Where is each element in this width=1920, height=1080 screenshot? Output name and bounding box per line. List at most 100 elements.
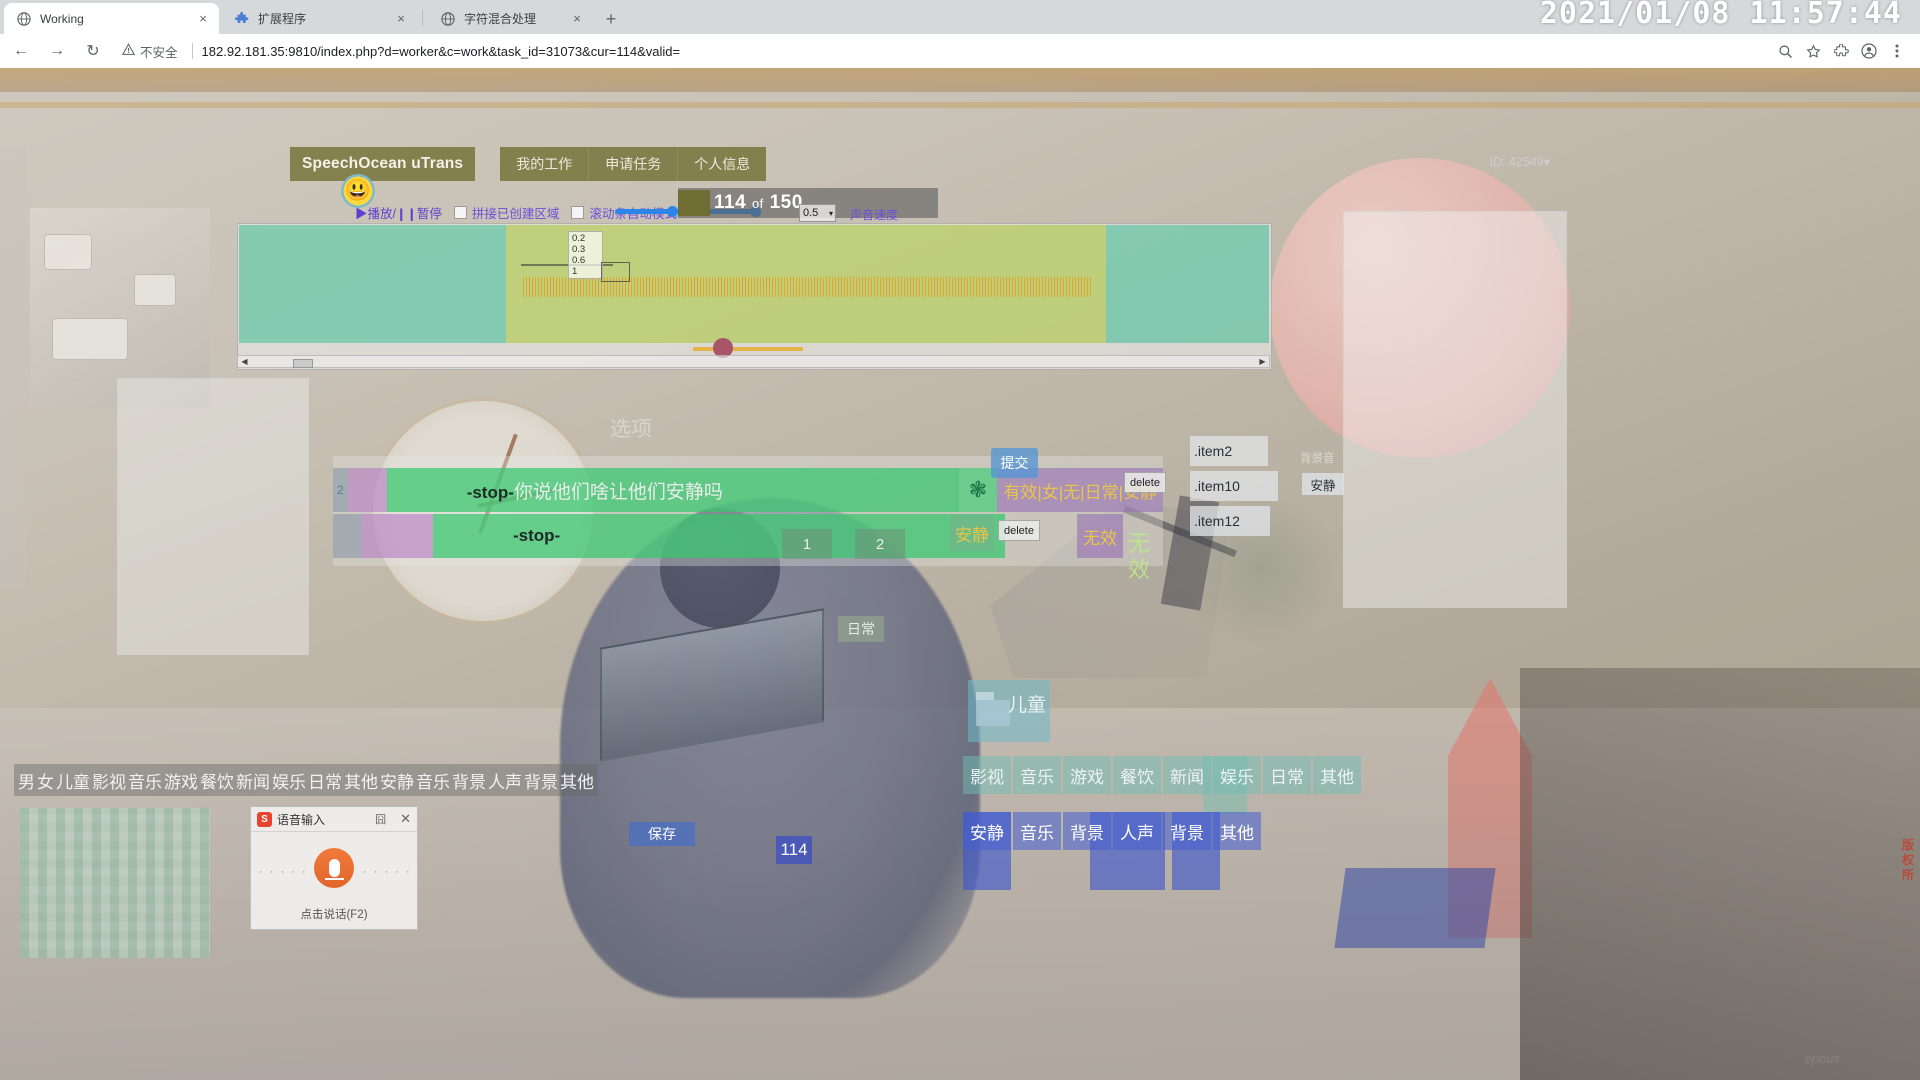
- child-label: 儿童: [1008, 695, 1047, 716]
- teal-tag[interactable]: 娱乐: [1213, 756, 1261, 794]
- app-brand[interactable]: SpeechOcean uTrans: [290, 147, 476, 181]
- save-button[interactable]: 保存: [629, 822, 695, 846]
- bottom-tag[interactable]: 男: [17, 768, 36, 793]
- bottom-tag[interactable]: 安静: [379, 768, 415, 793]
- scroll-right-arrow-icon[interactable]: ▶: [1256, 357, 1269, 366]
- list-item[interactable]: .item12: [1190, 506, 1270, 536]
- counter-color-swatch: [678, 190, 710, 216]
- waveform-selection-box[interactable]: [601, 262, 630, 282]
- security-indicator[interactable]: 不安全: [121, 42, 202, 61]
- blue-tag[interactable]: 安静: [963, 812, 1011, 850]
- bottom-tag[interactable]: 新闻: [235, 768, 271, 793]
- bottom-tag[interactable]: 背景: [523, 768, 559, 793]
- play-pause-button[interactable]: ▶播放/❙❙暂停: [355, 203, 442, 222]
- sogou-logo-icon: S: [257, 811, 272, 827]
- tab-extensions[interactable]: 扩展程序 ×: [222, 3, 417, 34]
- quiet-word-cell[interactable]: 安静: [950, 515, 994, 551]
- profile-icon[interactable]: [1856, 38, 1882, 64]
- reload-icon[interactable]: ↻: [78, 36, 108, 66]
- bottom-tag[interactable]: 女: [36, 768, 55, 793]
- scrollbar-auto-mode-checkbox[interactable]: [571, 206, 585, 219]
- blue-tag[interactable]: 音乐: [1013, 812, 1061, 850]
- row-speaker-cell[interactable]: [361, 514, 433, 558]
- globe-icon: [440, 11, 456, 27]
- row-speaker-cell[interactable]: [348, 468, 387, 512]
- back-icon[interactable]: ←: [6, 36, 36, 66]
- bottom-tag[interactable]: 人声: [487, 768, 523, 793]
- teal-tag[interactable]: 日常: [1263, 756, 1311, 794]
- bottom-tag[interactable]: 音乐: [127, 768, 163, 793]
- scroll-left-arrow-icon[interactable]: ◀: [238, 357, 251, 366]
- daily-chip[interactable]: 日常: [838, 616, 884, 642]
- tab-char-mix-processing[interactable]: 字符混合处理 ×: [428, 3, 593, 34]
- bottom-tag[interactable]: 餐饮: [199, 768, 235, 793]
- waveform-value-1: 0.3: [572, 244, 586, 255]
- teal-tag[interactable]: 游戏: [1063, 756, 1111, 794]
- bottom-tag[interactable]: 儿童: [55, 768, 91, 793]
- list-item[interactable]: .item2: [1190, 436, 1268, 466]
- splice-created-region-checkbox[interactable]: [453, 206, 467, 219]
- teal-tag[interactable]: 音乐: [1013, 756, 1061, 794]
- submit-button[interactable]: 提交: [991, 448, 1038, 478]
- nav-item-personal-info[interactable]: 个人信息: [678, 147, 767, 181]
- child-widget-bar: [976, 692, 994, 700]
- bottom-tag[interactable]: 游戏: [163, 768, 199, 793]
- counter-current: 114: [714, 192, 747, 213]
- teal-tag[interactable]: 餐饮: [1113, 756, 1161, 794]
- waveform-zoom-track[interactable]: [693, 347, 803, 351]
- bottom-tag[interactable]: 背景: [451, 768, 487, 793]
- bottom-tag[interactable]: 日常: [307, 768, 343, 793]
- address-bar-url[interactable]: 182.92.181.35:9810/index.php?d=worker&c=…: [202, 44, 681, 59]
- quiet-chip[interactable]: 安静: [1302, 473, 1344, 495]
- teal-tag[interactable]: 新闻: [1163, 756, 1211, 794]
- delete-button[interactable]: delete: [998, 520, 1040, 541]
- delete-button[interactable]: delete: [1124, 472, 1166, 493]
- menu-icon[interactable]: [1884, 38, 1910, 64]
- microphone-icon[interactable]: [314, 848, 354, 888]
- row-tags[interactable]: 无效: [1077, 514, 1123, 558]
- counter-total: 150: [769, 192, 803, 213]
- star-icon[interactable]: [1800, 38, 1826, 64]
- waveform-horizontal-scrollbar[interactable]: ◀ ▶: [237, 355, 1270, 368]
- close-icon[interactable]: ×: [569, 11, 585, 27]
- user-id-menu[interactable]: ID: 42549▾: [1490, 154, 1550, 169]
- transcript-row[interactable]: 2 -stop-你说他们啥让他们安静吗 ❃ 有效|女|无|日常|安静: [333, 468, 1164, 512]
- bottom-tag[interactable]: 影视: [91, 768, 127, 793]
- number-button-1[interactable]: 1: [782, 529, 832, 559]
- close-icon[interactable]: ✕: [400, 811, 411, 827]
- close-icon[interactable]: ×: [393, 11, 409, 27]
- waveform-value-2: 0.6: [572, 255, 586, 266]
- desktop-clock: 2021/01/08 11:57:44: [1539, 0, 1902, 31]
- nav-item-my-work[interactable]: 我的工作: [500, 147, 590, 181]
- blue-tag[interactable]: 背景: [1163, 812, 1211, 850]
- row-text-cell[interactable]: -stop-你说他们啥让他们安静吗: [386, 468, 887, 512]
- bottom-tag[interactable]: 其他: [343, 768, 379, 793]
- waveform-region-right[interactable]: [1106, 225, 1269, 343]
- forward-icon[interactable]: →: [42, 36, 72, 66]
- tab-working[interactable]: Working ×: [4, 3, 219, 34]
- item-list: .item2 .item10 .item12: [1190, 436, 1278, 541]
- bottom-tag[interactable]: 其他: [559, 768, 595, 793]
- blue-tag[interactable]: 其他: [1213, 812, 1261, 850]
- blue-tag[interactable]: 背景: [1063, 812, 1111, 850]
- list-item[interactable]: .item10: [1190, 471, 1278, 501]
- close-icon[interactable]: ×: [195, 11, 211, 27]
- bottom-tag[interactable]: 音乐: [415, 768, 451, 793]
- nav-item-apply-task[interactable]: 申请任务: [589, 147, 679, 181]
- blue-tag[interactable]: 人声: [1113, 812, 1161, 850]
- extension-icon[interactable]: [1828, 38, 1854, 64]
- bottom-tag[interactable]: 娱乐: [271, 768, 307, 793]
- voice-input-popup[interactable]: S 语音输入 囧 ✕ · · · · · · · · · · 点击说话(F2): [250, 806, 418, 930]
- row-index: [333, 514, 361, 558]
- zoom-icon[interactable]: [1772, 38, 1798, 64]
- invalid-label: 无效: [1127, 531, 1150, 582]
- waveform-panel[interactable]: 0.2 0.3 0.6 1: [237, 223, 1272, 370]
- number-button-2[interactable]: 2: [855, 529, 905, 559]
- minimize-icon[interactable]: 囧: [375, 811, 386, 827]
- playback-speed-select[interactable]: 0.5 ▾: [799, 204, 836, 222]
- teal-tag[interactable]: 其他: [1313, 756, 1361, 794]
- waveform-region-left[interactable]: [239, 225, 506, 343]
- teal-tag[interactable]: 影视: [963, 756, 1011, 794]
- new-tab-button[interactable]: +: [598, 7, 624, 31]
- scrollbar-thumb[interactable]: [293, 359, 313, 368]
